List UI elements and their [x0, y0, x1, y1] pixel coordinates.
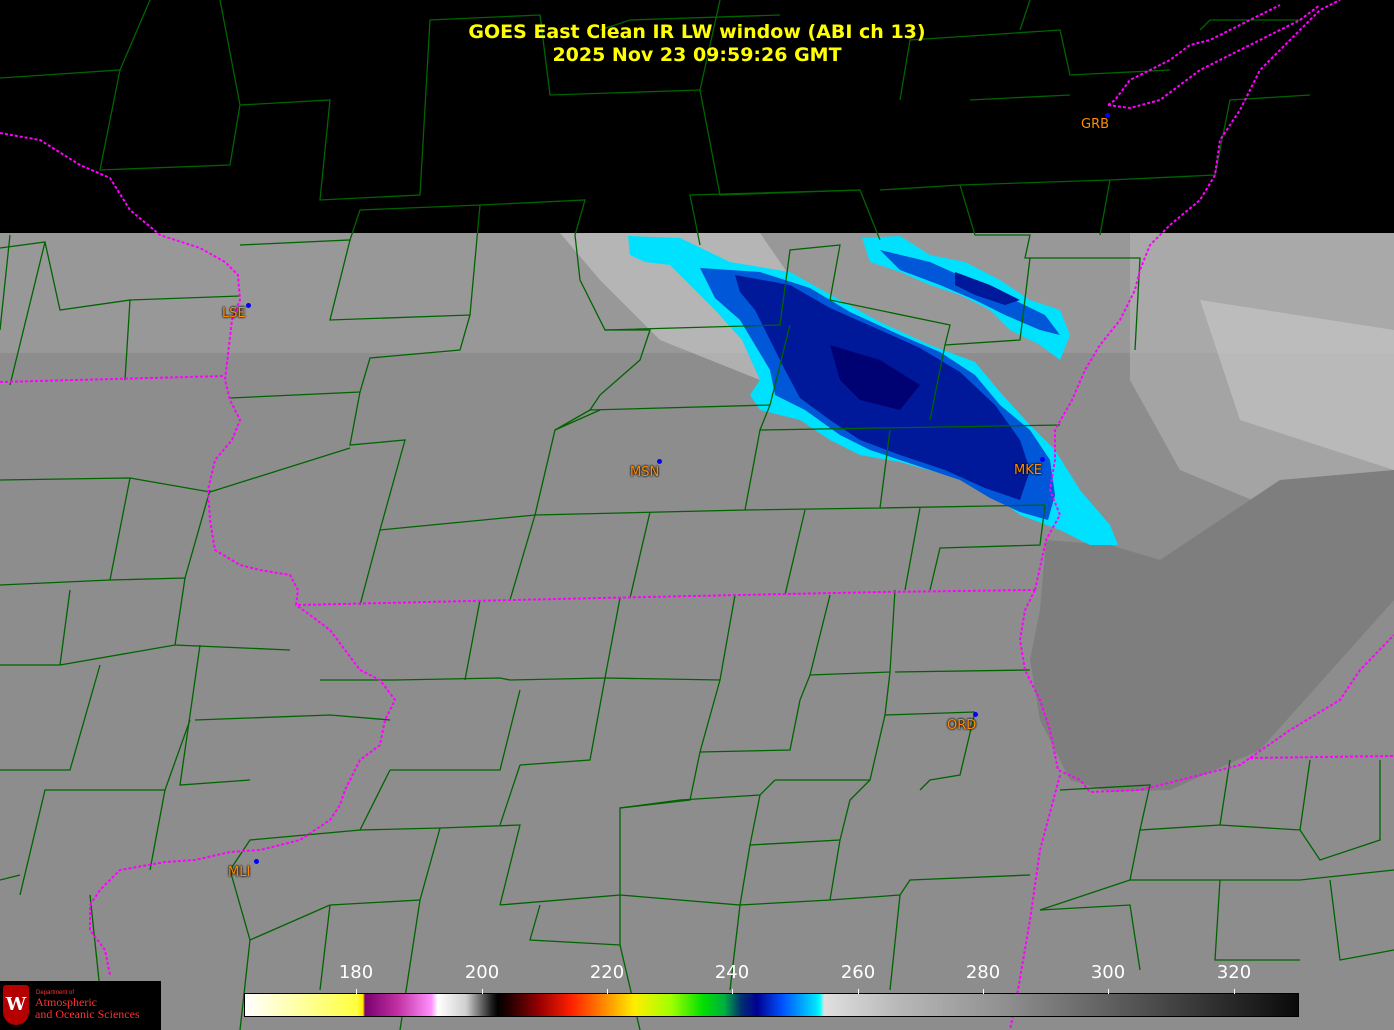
- colorbar-tick: [356, 989, 357, 994]
- logo-text: Atmospheric and Oceanic Sciences: [35, 996, 140, 1020]
- colorbar-tick-label: 320: [1216, 962, 1252, 983]
- colorbar-tick-label: 180: [338, 962, 374, 983]
- colorbar-tick-label: 200: [464, 962, 500, 983]
- colorbar-tick: [1108, 989, 1109, 994]
- colorbar-tick: [1234, 989, 1235, 994]
- station-marker-mke: [1040, 457, 1045, 462]
- colorbar-tick: [983, 989, 984, 994]
- image-timestamp: 2025 Nov 23 09:59:26 GMT: [552, 44, 842, 66]
- station-marker-ord: [973, 712, 978, 717]
- colorbar-tick: [732, 989, 733, 994]
- logo-line2: and Oceanic Sciences: [35, 1007, 140, 1021]
- uw-aos-logo: W Department of Atmospheric and Oceanic …: [0, 981, 161, 1030]
- ir-satellite-map: [0, 0, 1394, 1030]
- colorbar-tick-label: 260: [840, 962, 876, 983]
- colorbar-tick: [858, 989, 859, 994]
- station-label-lse: LSE: [222, 306, 246, 321]
- satellite-image-viewer: GOES East Clean IR LW window (ABI ch 13)…: [0, 0, 1394, 1030]
- station-label-ord: ORD: [947, 718, 977, 733]
- colorbar-tick-label: 280: [965, 962, 1001, 983]
- colorbar-tick-label: 220: [589, 962, 625, 983]
- image-title: GOES East Clean IR LW window (ABI ch 13): [468, 21, 926, 43]
- station-marker-mli: [254, 859, 259, 864]
- uw-crest-icon: W: [3, 985, 29, 1025]
- station-label-msn: MSN: [630, 465, 660, 480]
- station-label-grb: GRB: [1081, 117, 1110, 132]
- station-label-mli: MLI: [228, 865, 251, 880]
- colorbar-tick: [482, 989, 483, 994]
- colorbar-tick-label: 300: [1090, 962, 1126, 983]
- station-marker-lse: [246, 303, 251, 308]
- station-marker-msn: [657, 459, 662, 464]
- station-label-mke: MKE: [1014, 463, 1042, 478]
- colorbar-tick: [607, 989, 608, 994]
- temperature-colorbar: [244, 993, 1299, 1017]
- colorbar-tick-label: 240: [714, 962, 750, 983]
